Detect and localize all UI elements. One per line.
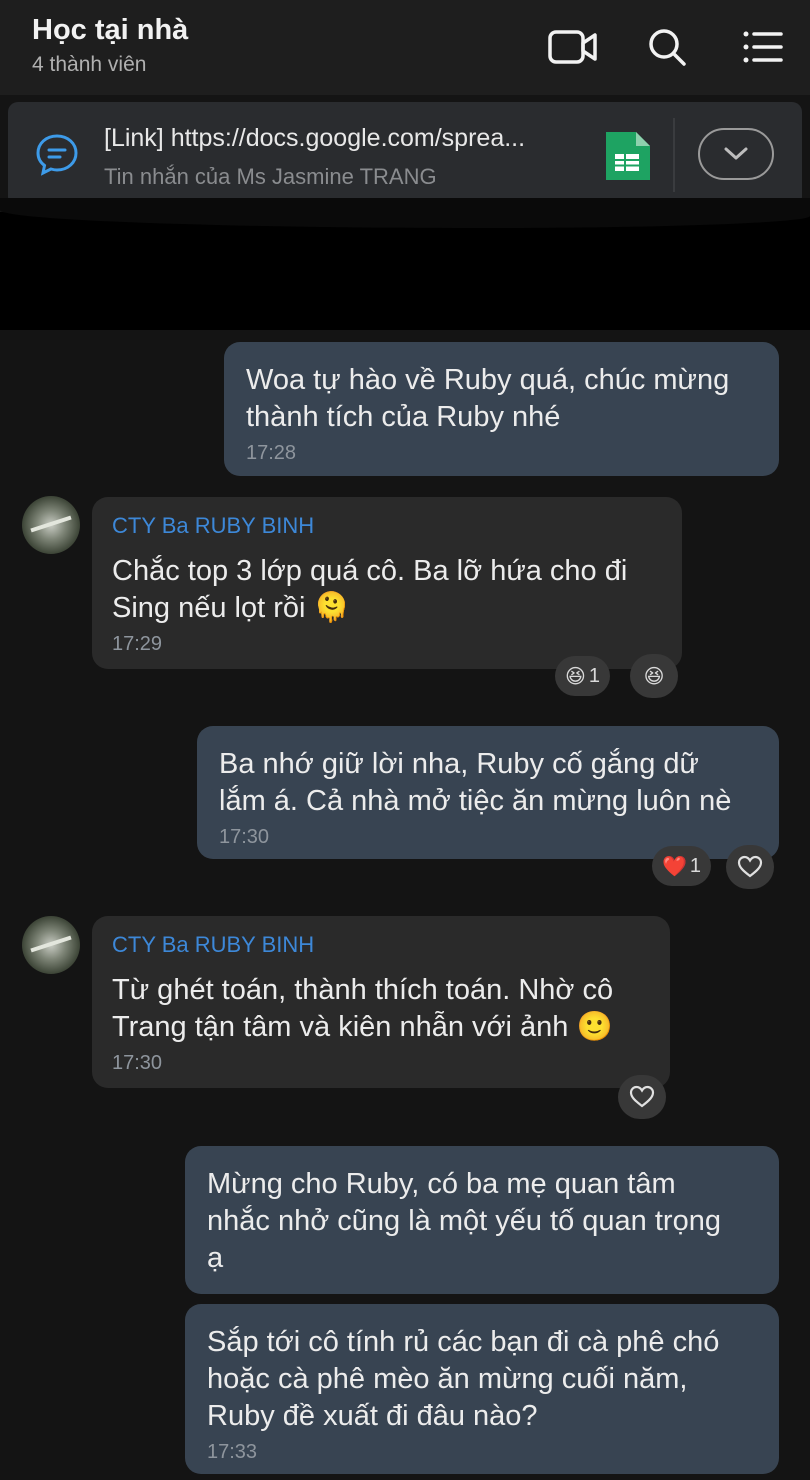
reaction-count: 1 (588, 664, 600, 687)
search-icon[interactable] (640, 22, 694, 72)
heart-outline-icon (629, 1085, 655, 1108)
expand-pinned-button[interactable] (698, 128, 774, 180)
google-sheets-icon (604, 132, 650, 180)
laugh-emoji-icon: 😆 (565, 665, 586, 688)
pinned-author: Tin nhắn của Ms Jasmine TRANG (104, 164, 437, 189)
message-icon (34, 132, 80, 178)
message-bubble[interactable]: CTY Ba RUBY BINH Chắc top 3 lớp quá cô. … (92, 497, 682, 669)
message-text: Ba nhớ giữ lời nha, Ruby cố gắng dữ lắm … (219, 748, 732, 817)
message-time: 17:33 (207, 1441, 258, 1463)
avatar[interactable] (22, 916, 80, 974)
heart-emoji-icon: ❤️ (662, 855, 687, 878)
chat-header: Học tại nhà 4 thành viên (0, 0, 810, 95)
react-button[interactable]: 😆 (630, 654, 678, 698)
heart-react-button[interactable] (726, 845, 774, 889)
heart-outline-icon (737, 855, 763, 878)
avatar[interactable] (22, 496, 80, 554)
menu-icon[interactable] (736, 22, 790, 72)
laugh-emoji-icon: 😆 (643, 665, 665, 688)
message-text: Mừng cho Ruby, có ba mẹ quan tâm nhắc nh… (207, 1168, 721, 1274)
redacted-area (0, 198, 810, 330)
message-bubble[interactable]: Mừng cho Ruby, có ba mẹ quan tâm nhắc nh… (185, 1146, 779, 1294)
message-time: 17:28 (246, 442, 297, 464)
pinned-link-text[interactable]: [Link] https://docs.google.com/sprea... (104, 124, 525, 153)
reaction-count: 1 (689, 854, 702, 877)
pinned-divider (673, 118, 675, 192)
message-text: Từ ghét toán, thành thích toán. Nhờ cô T… (112, 974, 614, 1043)
sender-name[interactable]: CTY Ba RUBY BINH (112, 513, 662, 539)
sender-name[interactable]: CTY Ba RUBY BINH (112, 932, 650, 958)
chevron-down-icon (724, 147, 748, 160)
member-count: 4 thành viên (32, 53, 147, 76)
message-bubble[interactable]: Sắp tới cô tính rủ các bạn đi cà phê chó… (185, 1304, 779, 1474)
video-call-icon[interactable] (546, 22, 600, 72)
pinned-message[interactable]: [Link] https://docs.google.com/sprea... … (8, 102, 802, 207)
message-text: Sắp tới cô tính rủ các bạn đi cà phê chó… (207, 1326, 720, 1432)
heart-react-button[interactable] (618, 1075, 666, 1119)
reaction-badge[interactable]: ❤️ 1 (652, 846, 712, 886)
group-title[interactable]: Học tại nhà (32, 14, 188, 47)
message-text: Chắc top 3 lớp quá cô. Ba lỡ hứa cho đi … (112, 555, 628, 624)
message-text: Woa tự hào về Ruby quá, chúc mừng thành … (246, 364, 730, 433)
message-time: 17:29 (112, 633, 163, 655)
message-bubble[interactable]: Woa tự hào về Ruby quá, chúc mừng thành … (224, 342, 779, 476)
message-bubble[interactable]: CTY Ba RUBY BINH Từ ghét toán, thành thí… (92, 916, 670, 1088)
message-bubble[interactable]: Ba nhớ giữ lời nha, Ruby cố gắng dữ lắm … (197, 726, 779, 859)
message-time: 17:30 (112, 1052, 163, 1074)
reaction-badge[interactable]: 😆 1 (555, 656, 610, 696)
